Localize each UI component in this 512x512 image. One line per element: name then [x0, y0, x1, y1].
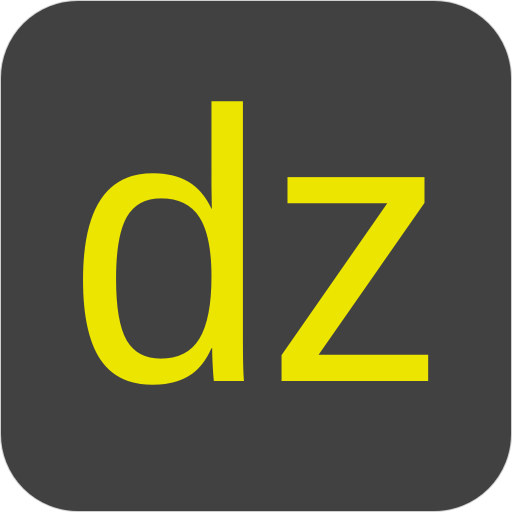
- app-icon-logo: dz: [68, 32, 446, 463]
- app-icon-text: dz: [68, 32, 446, 463]
- app-icon: dz: [0, 0, 512, 512]
